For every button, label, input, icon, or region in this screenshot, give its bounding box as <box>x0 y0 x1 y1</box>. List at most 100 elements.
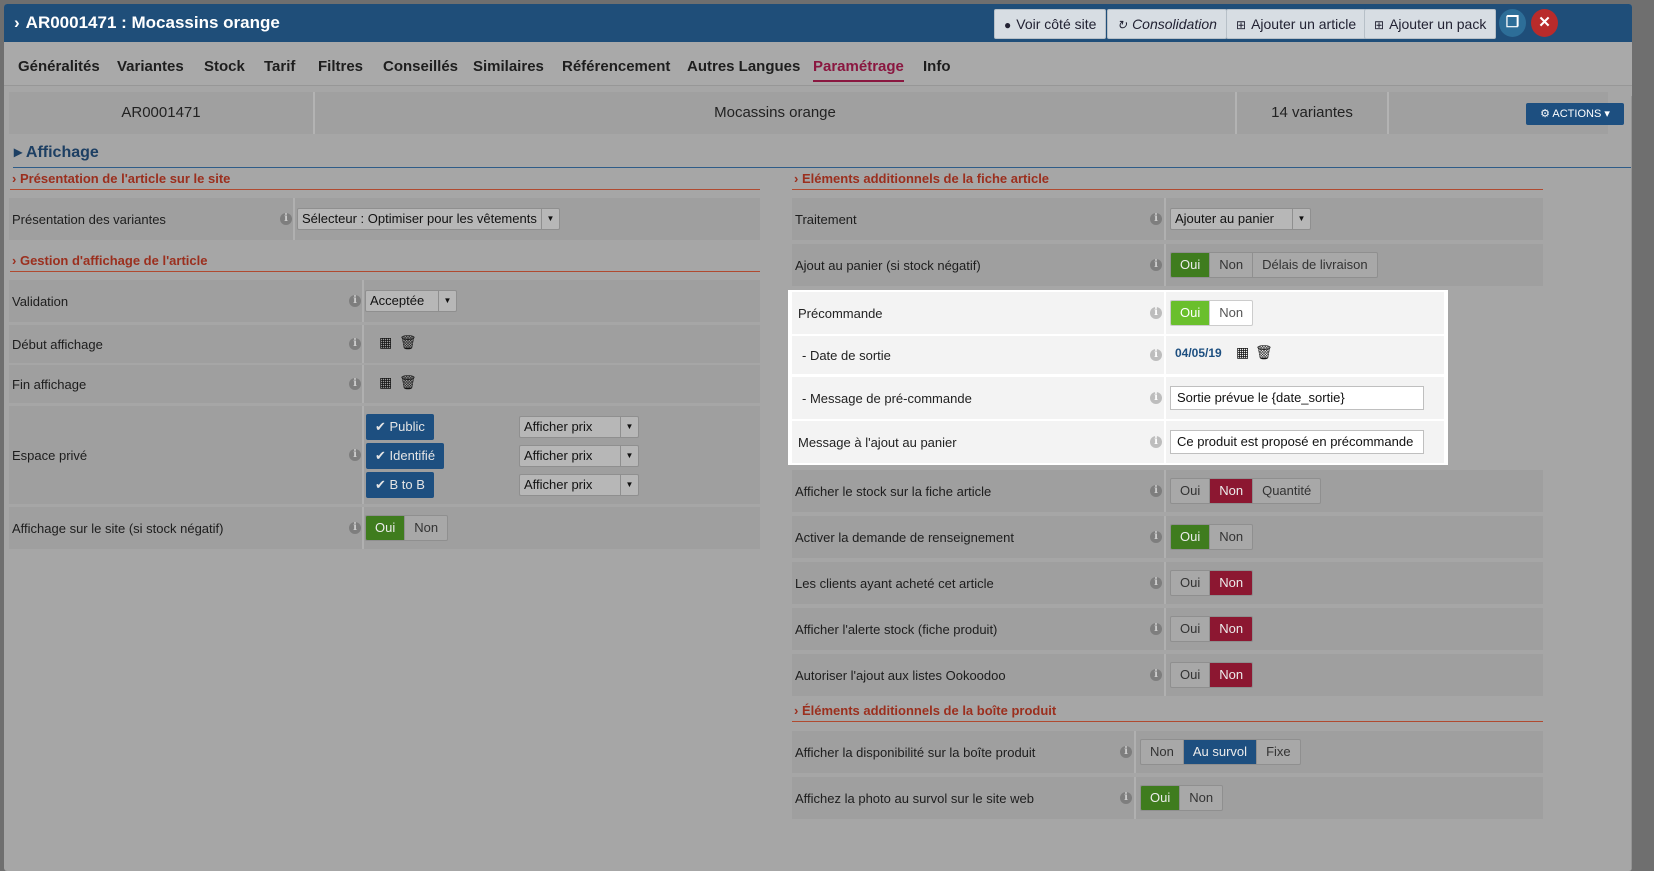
traitement-select[interactable]: Ajouter au panier ▼ <box>1170 208 1311 230</box>
option-non[interactable]: Non <box>1210 301 1252 325</box>
row-separator <box>1164 292 1166 334</box>
option-oui[interactable]: Oui <box>1171 301 1211 325</box>
info-icon[interactable]: i <box>1120 792 1132 804</box>
row-separator <box>1164 516 1166 558</box>
espace-identifie-checkbox[interactable]: ✔ Identifié <box>366 443 445 469</box>
alerte-stock-toggle[interactable]: Oui Non <box>1170 616 1254 642</box>
tab-autres-langues[interactable]: Autres Langues <box>687 58 800 75</box>
tab-stock[interactable]: Stock <box>204 58 245 75</box>
validation-select[interactable]: Acceptée ▼ <box>365 290 457 312</box>
tab-filtres[interactable]: Filtres <box>318 58 363 75</box>
info-icon[interactable]: i <box>349 449 361 461</box>
option-oui[interactable]: Oui <box>1171 571 1211 595</box>
option-oui[interactable]: Oui <box>1171 479 1211 503</box>
calendar-icon[interactable]: ▦ <box>379 334 392 351</box>
date-sortie-value[interactable]: 04/05/19 <box>1175 346 1222 360</box>
option-non[interactable]: Non <box>1210 571 1253 595</box>
info-icon[interactable]: i <box>1150 577 1162 589</box>
option-au-survol[interactable]: Au survol <box>1183 740 1258 764</box>
ajouter-pack-button[interactable]: ⊞ Ajouter un pack <box>1364 9 1497 39</box>
option-oui[interactable]: Oui <box>1171 663 1211 687</box>
tab-info[interactable]: Info <box>923 58 951 75</box>
clients-achete-toggle[interactable]: Oui Non <box>1170 570 1254 596</box>
ajouter-article-button[interactable]: ⊞ Ajouter un article <box>1226 9 1367 39</box>
info-icon[interactable]: i <box>1150 307 1162 319</box>
info-icon[interactable]: i <box>1150 213 1162 225</box>
info-icon[interactable]: i <box>1150 485 1162 497</box>
option-non[interactable]: Non <box>1210 617 1253 641</box>
affichage-section-title[interactable]: ▸ Affichage <box>14 142 99 162</box>
espace-btob-checkbox[interactable]: ✔ B to B <box>366 472 434 498</box>
precommande-toggle[interactable]: Oui Non <box>1170 300 1254 326</box>
section-divider <box>792 189 1543 190</box>
close-icon[interactable]: ✕ <box>1531 9 1558 37</box>
option-oui[interactable]: Oui <box>1171 525 1211 549</box>
option-oui[interactable]: Oui <box>1141 786 1181 810</box>
info-icon[interactable]: i <box>349 522 361 534</box>
dropdown-arrow-icon: ▼ <box>541 209 559 229</box>
info-icon[interactable]: i <box>1150 669 1162 681</box>
espace-public-checkbox[interactable]: ✔ Public <box>366 414 434 440</box>
afficher-stock-toggle[interactable]: Oui Non Quantité <box>1170 478 1322 504</box>
option-delais-livraison[interactable]: Délais de livraison <box>1253 253 1377 277</box>
renseignement-toggle[interactable]: Oui Non <box>1170 524 1254 550</box>
voir-cote-site-button[interactable]: ● Voir côté site <box>994 9 1107 39</box>
option-non[interactable]: Non <box>1180 786 1222 810</box>
tab-variantes[interactable]: Variantes <box>117 58 184 75</box>
info-icon[interactable]: i <box>1150 436 1162 448</box>
option-non[interactable]: Non <box>1210 663 1253 687</box>
espace-identifie-label: Identifié <box>389 448 436 463</box>
info-icon[interactable]: i <box>1150 259 1162 271</box>
consolidation-button[interactable]: ↻ Consolidation <box>1107 9 1227 39</box>
disponibilite-toggle[interactable]: Non Au survol Fixe <box>1140 739 1301 765</box>
affichage-stock-negatif-row: Affichage sur le site (si stock négatif)… <box>9 507 760 549</box>
option-fixe[interactable]: Fixe <box>1257 740 1300 764</box>
tab-referencement[interactable]: Référencement <box>562 58 670 75</box>
affichage-stock-negatif-toggle[interactable]: Oui Non <box>365 515 449 541</box>
info-icon[interactable]: i <box>280 213 292 225</box>
option-non[interactable]: Non <box>1210 253 1254 277</box>
info-icon[interactable]: i <box>1150 392 1162 404</box>
message-ajout-panier-input[interactable]: Ce produit est proposé en précommande <box>1170 430 1424 454</box>
message-precommande-input[interactable]: Sortie prévue le {date_sortie} <box>1170 386 1424 410</box>
info-icon[interactable]: i <box>1150 623 1162 635</box>
espace-public-select[interactable]: Afficher prix ▼ <box>519 416 639 438</box>
info-icon[interactable]: i <box>1150 349 1162 361</box>
espace-identifie-select[interactable]: Afficher prix ▼ <box>519 445 639 467</box>
info-icon[interactable]: i <box>1120 746 1132 758</box>
tab-generalites[interactable]: Généralités <box>18 58 100 75</box>
option-non[interactable]: Non <box>1141 740 1184 764</box>
option-oui[interactable]: Oui <box>366 516 406 540</box>
calendar-icon[interactable]: ▦ <box>1236 344 1249 361</box>
option-non[interactable]: Non <box>1210 479 1254 503</box>
option-non[interactable]: Non <box>1210 525 1252 549</box>
tab-parametrage[interactable]: Paramétrage <box>813 58 904 82</box>
info-icon[interactable]: i <box>349 295 361 307</box>
validation-select-value: Acceptée <box>370 293 425 308</box>
duplicate-window-icon[interactable]: ❐ <box>1499 9 1526 37</box>
photo-survol-toggle[interactable]: Oui Non <box>1140 785 1224 811</box>
option-oui[interactable]: Oui <box>1171 617 1211 641</box>
tab-similaires[interactable]: Similaires <box>473 58 544 75</box>
info-icon[interactable]: i <box>1150 531 1162 543</box>
listes-ookoodoo-toggle[interactable]: Oui Non <box>1170 662 1254 688</box>
tab-bar: Généralités Variantes Stock Tarif Filtre… <box>4 42 1632 86</box>
trash-icon[interactable]: 🗑 <box>399 334 417 351</box>
info-icon[interactable]: i <box>349 338 361 350</box>
trash-icon[interactable]: 🗑 <box>1255 344 1273 361</box>
presentation-select[interactable]: Sélecteur : Optimiser pour les vêtements… <box>297 208 560 230</box>
scrollbar[interactable] <box>1631 96 1632 871</box>
info-icon[interactable]: i <box>349 378 361 390</box>
trash-icon[interactable]: 🗑 <box>399 374 417 391</box>
option-non[interactable]: Non <box>405 516 447 540</box>
tab-tarif[interactable]: Tarif <box>264 58 295 75</box>
actions-button[interactable]: ⚙ ACTIONS ▾ <box>1526 103 1624 125</box>
tab-conseilles[interactable]: Conseillés <box>383 58 458 75</box>
espace-btob-select[interactable]: Afficher prix ▼ <box>519 474 639 496</box>
section-divider <box>13 167 1632 168</box>
calendar-icon[interactable]: ▦ <box>379 374 392 391</box>
option-oui[interactable]: Oui <box>1171 253 1211 277</box>
ajout-panier-toggle[interactable]: Oui Non Délais de livraison <box>1170 252 1378 278</box>
option-quantite[interactable]: Quantité <box>1253 479 1320 503</box>
espace-btob-label: B to B <box>389 477 425 492</box>
